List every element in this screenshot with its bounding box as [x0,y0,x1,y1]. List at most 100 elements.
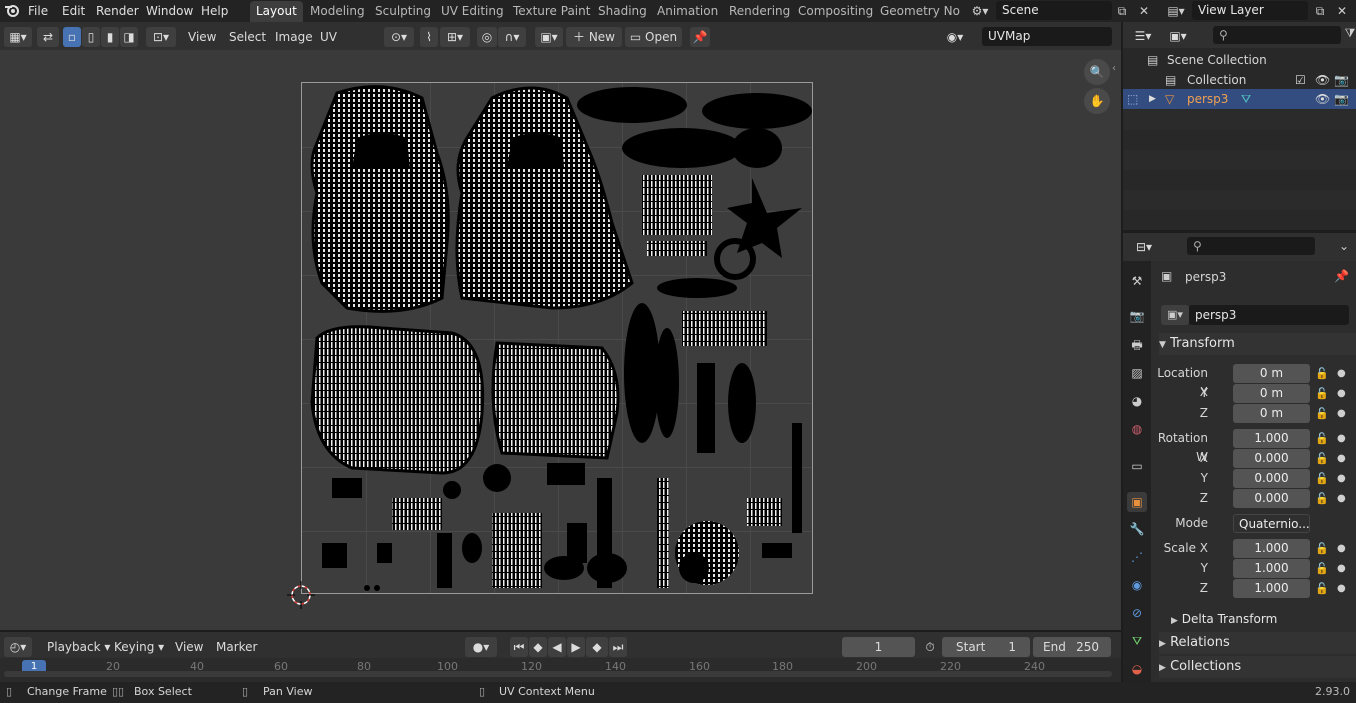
menu-render[interactable]: Render [92,2,143,20]
location-y-field[interactable]: 0 m [1233,384,1310,403]
transform-panel-header[interactable]: ▼ Transform [1159,333,1356,355]
scene-tab-icon[interactable]: ◕ [1127,391,1147,411]
snap-icon[interactable]: ⌇ [420,27,438,47]
tab-compositing[interactable]: Compositing [792,1,879,22]
location-x-field[interactable]: 0 m [1233,364,1310,383]
pivot-point-icon[interactable]: ⊙▾ [384,27,414,47]
collection-tab-icon[interactable]: ▭ [1127,456,1147,476]
overlays-icon[interactable]: ◉▾ [936,27,974,47]
object-select-icon[interactable]: ⬚ [1127,89,1138,109]
menu-file[interactable]: File [24,2,52,20]
jump-keyframe-forward-icon[interactable]: ◆ [586,637,608,657]
object-data-tab-icon[interactable]: ⛛ [1127,631,1147,651]
play-reverse-icon[interactable]: ◀ [548,637,566,657]
keyframe-dot-icon[interactable]: ● [1337,579,1346,598]
rotation-w-field[interactable]: 1.000 [1233,429,1310,448]
tree-row-scene-collection[interactable]: ▤ Scene Collection [1123,50,1356,70]
properties-editor-type-icon[interactable]: ⊟▾ [1129,237,1159,257]
outliner[interactable]: ▤ Scene Collection ▤ Collection ☑ 👁 📷 ⬚ … [1123,48,1356,230]
lock-icon[interactable]: 🔓 [1315,364,1329,383]
pan-hand-icon[interactable]: ✋ [1084,88,1110,114]
start-frame-field[interactable]: Start 1 [942,637,1030,657]
tree-row-persp3[interactable]: ⬚ ▶ ▽ persp3 ⛛ 👁 📷 [1123,89,1356,109]
keyframe-dot-icon[interactable]: ● [1337,559,1346,578]
menu-select[interactable]: Select [229,28,266,46]
edge-select-icon[interactable]: ▯ [82,27,100,47]
world-tab-icon[interactable]: ◍ [1127,419,1147,439]
material-tab-icon[interactable]: ◒ [1127,659,1147,679]
tab-sculpting[interactable]: Sculpting [369,1,437,22]
tab-modeling[interactable]: Modeling [304,1,371,22]
tab-shading[interactable]: Shading [592,1,653,22]
tab-rendering[interactable]: Rendering [723,1,796,22]
scale-z-field[interactable]: 1.000 [1233,579,1310,598]
rotation-y-field[interactable]: 0.000 [1233,469,1310,488]
tree-row-collection[interactable]: ▤ Collection ☑ 👁 📷 [1123,70,1356,90]
location-z-field[interactable]: 0 m [1233,404,1310,423]
keyframe-dot-icon[interactable]: ● [1337,384,1346,403]
sticky-select-mode-icon[interactable]: ⊡▾ [146,27,176,47]
constraints-tab-icon[interactable]: ⊘ [1127,603,1147,623]
particles-tab-icon[interactable]: ⋰ [1127,547,1147,567]
tab-animation[interactable]: Animation [651,1,724,22]
delete-view-layer-icon[interactable]: ✕ [1334,2,1350,20]
sidebar-toggle-icon[interactable]: ‹ [1112,63,1120,77]
tab-texture-paint[interactable]: Texture Paint [507,1,596,22]
snap-target-icon[interactable]: ⊞▾ [440,27,470,47]
scale-y-field[interactable]: 1.000 [1233,559,1310,578]
outliner-search-input[interactable]: ⚲ [1213,26,1341,44]
keyframe-dot-icon[interactable]: ● [1337,404,1346,423]
image-browse-icon[interactable]: ▣▾ [535,27,563,47]
render-camera-icon[interactable]: 📷 [1334,70,1349,90]
render-tab-icon[interactable]: 📷 [1127,306,1147,326]
properties-search-input[interactable]: ⚲ [1187,237,1315,255]
menu-window[interactable]: Window [142,2,197,20]
exclude-checkbox[interactable]: ☑ [1295,70,1306,90]
uvmap-field[interactable]: UVMap [982,27,1112,46]
editor-type-icon[interactable]: ▦▾ [4,27,32,47]
tool-tab-icon[interactable]: ⚒ [1127,271,1147,291]
lock-icon[interactable]: 🔓 [1315,559,1329,578]
preview-range-icon[interactable]: ⏱ [921,637,939,657]
visibility-eye-icon[interactable]: 👁 [1315,89,1330,109]
tab-uv-editing[interactable]: UV Editing [435,1,510,22]
uv-canvas[interactable] [301,82,813,594]
keyframe-dot-icon[interactable]: ● [1337,489,1346,508]
expand-arrow-icon[interactable]: ▶ [1149,89,1156,109]
current-frame-field[interactable]: 1 [842,637,915,657]
scene-selector-icon[interactable]: ⚙▾ [966,2,994,20]
lock-icon[interactable]: 🔓 [1315,449,1329,468]
delta-transform-subpanel[interactable]: ▶ Delta Transform [1171,608,1356,630]
delete-scene-icon[interactable]: ✕ [1136,2,1152,20]
vertex-select-icon[interactable]: ▫ [63,27,81,47]
auto-keying-icon[interactable]: ●▾ [465,637,497,657]
keyframe-dot-icon[interactable]: ● [1337,539,1346,558]
menu-edit[interactable]: Edit [58,2,89,20]
object-name-field[interactable]: persp3 [1189,305,1349,325]
falloff-icon[interactable]: ∩▾ [498,27,526,47]
menu-playback[interactable]: Playback ▾ [47,638,110,656]
jump-end-icon[interactable]: ⏭ [609,637,627,657]
rotation-mode-dropdown[interactable]: Quaternio... [1233,514,1310,533]
pin-icon[interactable]: 📌 [1334,269,1349,283]
timeline-editor-type-icon[interactable]: ◴▾ [4,637,32,657]
lock-icon[interactable]: 🔓 [1315,384,1329,403]
menu-marker[interactable]: Marker [216,638,257,656]
menu-uv[interactable]: UV [320,28,337,46]
menu-help[interactable]: Help [197,2,232,20]
tab-layout[interactable]: Layout [250,1,303,22]
end-frame-field[interactable]: End 250 [1033,637,1111,657]
lock-icon[interactable]: 🔓 [1315,429,1329,448]
island-select-icon[interactable]: ◨ [120,27,138,47]
display-mode-icon[interactable]: ▣▾ [1163,26,1193,46]
lock-icon[interactable]: 🔓 [1315,579,1329,598]
sync-selection-icon[interactable]: ⇄ [37,27,59,47]
options-chevron-icon[interactable]: ⌄ [1337,239,1351,253]
keyframe-dot-icon[interactable]: ● [1337,429,1346,448]
scene-name-field[interactable]: Scene [996,1,1112,20]
tab-geometry-nodes[interactable]: Geometry Nod [874,1,960,22]
new-scene-icon[interactable]: ⧉ [1114,2,1130,20]
timeline-ruler[interactable]: 1 20 40 60 80 100 120 140 160 180 200 22… [0,658,1121,682]
new-view-layer-icon[interactable]: ⧉ [1312,2,1328,20]
render-camera-icon[interactable]: 📷 [1334,89,1349,109]
